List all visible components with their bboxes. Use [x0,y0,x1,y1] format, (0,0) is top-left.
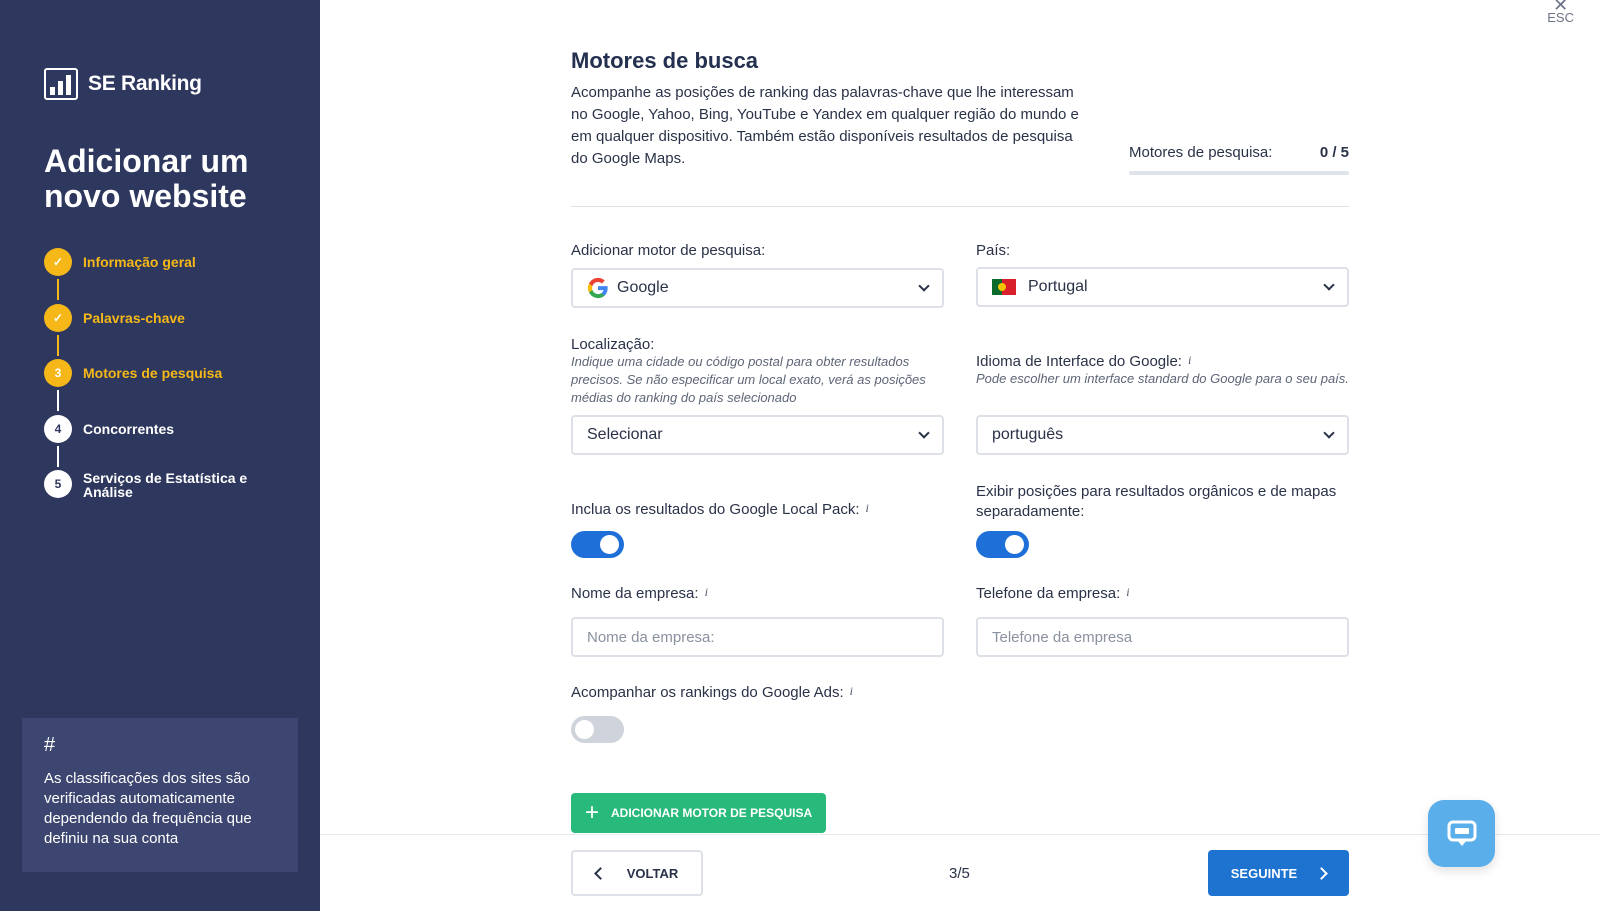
step-label: Informação geral [83,254,196,270]
location-hint: Indique uma cidade ou código postal para… [571,354,926,405]
add-search-engine-button[interactable]: + ADICIONAR MOTOR DE PESQUISA [571,793,826,833]
portugal-flag-icon [992,279,1016,295]
info-icon[interactable]: i [866,501,869,516]
step-connector [57,279,59,300]
chevron-right-icon [1315,866,1329,880]
ads-label: Acompanhar os rankings do Google Ads: i [571,684,853,701]
step-keywords[interactable]: ✓ Palavras-chave [44,303,263,360]
language-label-text: Idioma de Interface do Google: [976,353,1182,370]
step-search-engines[interactable]: 3 Motores de pesquisa [44,359,263,415]
counter-label: Motores de pesquisa: [1129,144,1273,161]
location-label: Localização: [571,336,655,353]
section-description: Acompanhe as posições de ranking das pal… [571,84,1079,167]
back-label: VOLTAR [626,865,679,881]
location-value: Selecionar [587,426,663,443]
sidebar-title: Adicionar um novo website [44,143,249,214]
hash-icon: # [44,734,56,756]
next-label: SEGUINTE [1230,865,1298,881]
location-field: Localização: Indique uma cidade ou códig… [571,336,949,407]
add-search-engine-label: ADICIONAR MOTOR DE PESQUISA [611,806,813,820]
step-connector [57,445,59,467]
hint-text: As classificações dos sites são verifica… [44,770,252,847]
info-icon[interactable]: i [1188,353,1191,368]
local-pack-label-text: Inclua os resultados do Google Local Pac… [571,501,860,518]
language-value: português [992,426,1064,443]
google-icon [587,277,608,299]
chat-button[interactable] [1428,800,1495,867]
location-select[interactable]: Selecionar [571,415,944,455]
chat-icon [1447,820,1476,846]
engine-value: Google [617,279,669,296]
separate-results-toggle[interactable] [976,531,1029,558]
esc-label: ESC [1547,10,1574,25]
section-title: Motores de busca [571,48,759,73]
divider [571,206,1349,207]
counter-progress-bar [1129,171,1349,175]
country-select[interactable]: Portugal [976,267,1349,307]
back-button[interactable]: VOLTAR [571,850,703,896]
step-connector [57,390,59,411]
step-label: Serviços de Estatística e Análise [83,470,248,500]
chevron-down-icon [918,427,930,439]
company-phone-label-text: Telefone da empresa: [976,585,1121,602]
engine-label: Adicionar motor de pesquisa: [571,242,765,259]
language-field: Idioma de Interface do Google: i Pode es… [976,353,1354,388]
search-engines-section: Motores de busca Acompanhe as posições d… [571,48,1349,207]
step-general-info[interactable]: ✓ Informação geral [44,248,263,304]
sidebar: SE Ranking Adicionar um novo website ✓ I… [0,0,320,911]
close-icon: ✕ [1553,0,1569,15]
local-pack-label: Inclua os resultados do Google Local Pac… [571,501,869,518]
separate-label-text: Exibir posições para resultados orgânico… [976,483,1337,520]
step-number: 4 [44,414,72,443]
chevron-down-icon [1323,279,1335,291]
country-label-text: País: [976,242,1011,259]
info-icon[interactable]: i [1126,585,1129,600]
ads-label-text: Acompanhar os rankings do Google Ads: [571,684,844,701]
plus-icon: + [585,799,600,826]
language-select[interactable]: português [976,415,1349,455]
wizard-footer: VOLTAR 3/5 SEGUINTE [320,834,1600,911]
company-name-label: Nome da empresa: i [571,585,708,602]
chevron-down-icon [1323,427,1335,439]
step-label: Motores de pesquisa [83,365,223,381]
company-name-input[interactable] [571,617,944,657]
step-number: 5 [44,470,72,498]
chevron-left-icon [593,866,607,880]
hint-box: # As classificações dos sites são verifi… [22,718,298,872]
brand-logo[interactable]: SE Ranking [44,68,202,100]
engine-label-text: Adicionar motor de pesquisa: [571,242,766,259]
check-icon: ✓ [44,303,72,332]
step-label: Palavras-chave [83,309,185,326]
company-phone-input[interactable] [976,617,1349,657]
check-icon: ✓ [44,248,72,276]
separate-label: Exibir posições para resultados orgânico… [976,482,1354,522]
country-label: País: [976,242,1010,259]
esc-button[interactable]: ✕ ESC [1547,0,1574,25]
language-hint: Pode escolher um interface standard do G… [976,371,1349,386]
next-button[interactable]: SEGUINTE [1208,850,1349,896]
wizard-steps: ✓ Informação geral ✓ Palavras-chave 3 Mo… [44,248,263,526]
step-connector [57,334,59,356]
country-value: Portugal [1028,278,1088,295]
company-name-label-text: Nome da empresa: [571,585,699,602]
info-icon[interactable]: i [705,585,708,600]
counter-value: 0 / 5 [1319,144,1349,161]
language-label: Idioma de Interface do Google: i [976,353,1354,370]
chevron-down-icon [918,280,930,292]
step-number: 3 [44,359,72,387]
step-label: Concorrentes [83,420,175,437]
local-pack-toggle[interactable] [571,531,624,558]
engine-select[interactable]: Google [571,268,944,308]
bar-chart-icon [44,68,78,100]
page-indicator: 3/5 [949,865,970,882]
engines-counter: Motores de pesquisa: 0 / 5 [1129,144,1349,175]
google-ads-toggle[interactable] [571,716,624,743]
brand-name: SE Ranking [88,72,202,95]
step-competitors[interactable]: 4 Concorrentes [44,414,263,471]
info-icon[interactable]: i [850,684,853,699]
step-analytics[interactable]: 5 Serviços de Estatística e Análise [44,470,263,526]
company-phone-label: Telefone da empresa: i [976,585,1130,602]
